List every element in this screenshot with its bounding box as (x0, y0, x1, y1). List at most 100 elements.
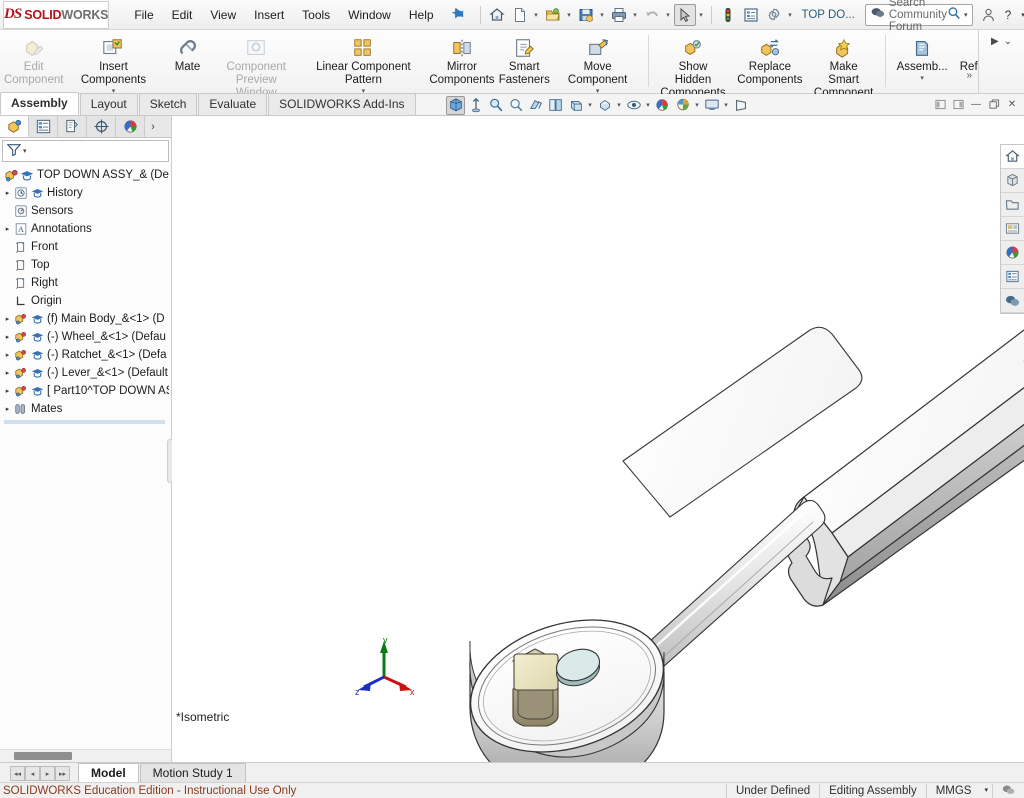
tree-item-assembly-root[interactable]: TOP DOWN ASSY_& (Defa (2, 166, 171, 184)
solidworks-logo[interactable]: DS SOLIDWORKS (3, 0, 110, 29)
view-setting-display-icon[interactable] (702, 96, 721, 115)
edit-component-button[interactable]: Edit Component (2, 32, 65, 88)
custom-properties-icon[interactable] (1001, 265, 1024, 289)
tree-item-wheel[interactable]: ▸ (-) Wheel_&<1> (Defau (2, 328, 171, 346)
nav-first-icon[interactable]: ◂◂ (10, 766, 25, 781)
move-component-button[interactable]: Move Component ▾ (552, 32, 643, 96)
doc-close-icon[interactable]: ✕ (1004, 96, 1020, 112)
tree-item-history[interactable]: ▸ History (2, 184, 171, 202)
sheet-tab-model[interactable]: Model (78, 763, 139, 782)
status-units-caret-icon[interactable]: ▾ (980, 784, 992, 798)
select-icon[interactable] (673, 3, 696, 26)
design-library-icon[interactable] (1001, 169, 1024, 193)
tree-item-mates[interactable]: ▸ Mates (2, 400, 171, 418)
expand-annotations-icon[interactable]: ▸ (2, 225, 13, 233)
insert-components-button[interactable]: Insert Components ▾ (65, 32, 161, 96)
component-preview-window-button[interactable]: Component Preview Window (214, 32, 300, 101)
tree-item-front-plane[interactable]: Front (2, 238, 171, 256)
menu-view[interactable]: View (201, 4, 245, 26)
help-button[interactable]: ? (998, 4, 1017, 26)
tree-item-ratchet[interactable]: ▸ (-) Ratchet_&<1> (Defa (2, 346, 171, 364)
appearances-scenes-decals-icon[interactable] (1001, 241, 1024, 265)
apply-scene-icon[interactable] (673, 96, 692, 115)
section-view-icon[interactable] (526, 96, 545, 115)
save-caret-icon[interactable]: ▾ (598, 11, 607, 19)
tree-item-part10[interactable]: ▸ [ Part10^TOP DOWN AS (2, 382, 171, 400)
help-caret-icon[interactable]: ▾ (1017, 4, 1024, 26)
assembly-features-caret-icon[interactable]: ▾ (920, 75, 924, 82)
new-document-caret-icon[interactable]: ▾ (532, 11, 541, 19)
menu-insert[interactable]: Insert (245, 4, 293, 26)
expand-ratchet-icon[interactable]: ▸ (2, 351, 13, 359)
smart-fasteners-button[interactable]: Smart Fasteners (496, 32, 552, 88)
open-document-caret-icon[interactable]: ▾ (565, 11, 574, 19)
ratchet-wrench-model[interactable] (172, 116, 1024, 762)
tab-evaluate[interactable]: Evaluate (198, 93, 268, 115)
mate-button[interactable]: Mate (162, 32, 214, 75)
show-hidden-components-button[interactable]: Show Hidden Components (654, 32, 732, 101)
feature-tree-horizontal-scrollbar[interactable] (0, 749, 171, 762)
search-icon[interactable] (947, 6, 961, 23)
solidworks-resources-home-icon[interactable] (1001, 145, 1024, 169)
tree-item-sensors[interactable]: Sensors (2, 202, 171, 220)
view-settings-caret-icon[interactable]: ▾ (644, 101, 652, 109)
restore-down-left-icon[interactable] (932, 96, 948, 112)
ribbon-overflow-icon[interactable]: » (966, 70, 972, 81)
zoom-to-area-icon[interactable] (466, 96, 485, 115)
apply-scene-caret-icon[interactable]: ▾ (693, 101, 701, 109)
configuration-manager-tab[interactable] (58, 116, 87, 137)
display-style-icon[interactable] (566, 96, 585, 115)
edit-appearance-icon[interactable] (653, 96, 672, 115)
scrollbar-thumb[interactable] (14, 752, 72, 760)
expand-part10-icon[interactable]: ▸ (2, 387, 13, 395)
expand-wheel-icon[interactable]: ▸ (2, 333, 13, 341)
status-units[interactable]: MMGS (925, 783, 981, 798)
menu-file[interactable]: File (125, 4, 162, 26)
replace-components-button[interactable]: Replace Components (732, 32, 807, 88)
search-community-forum[interactable]: Search Community Forum ▾ (864, 0, 974, 33)
expand-history-icon[interactable]: ▸ (2, 189, 13, 197)
feature-manager-tabs-more-icon[interactable]: › (145, 116, 161, 137)
tab-sketch[interactable]: Sketch (138, 93, 198, 115)
nav-last-icon[interactable]: ▸▸ (55, 766, 70, 781)
make-smart-component-button[interactable]: Make Smart Component (808, 32, 880, 101)
file-explorer-icon[interactable] (1001, 193, 1024, 217)
feature-tree-filter[interactable]: ▾ (2, 140, 169, 162)
menu-window[interactable]: Window (339, 4, 400, 26)
perspective-icon[interactable] (731, 96, 750, 115)
tab-assembly[interactable]: Assembly (0, 92, 79, 115)
property-manager-tab[interactable] (29, 116, 58, 137)
display-style-caret-icon[interactable]: ▾ (586, 101, 594, 109)
expand-lever-icon[interactable]: ▸ (2, 369, 13, 377)
view-settings-eye-icon[interactable] (624, 96, 643, 115)
tree-item-right-plane[interactable]: Right (2, 274, 171, 292)
tree-item-origin[interactable]: Origin (2, 292, 171, 310)
search-dropdown-caret-icon[interactable]: ▾ (964, 11, 968, 19)
options-list-icon[interactable] (740, 4, 762, 26)
restore-down-right-icon[interactable] (950, 96, 966, 112)
view-palette-icon[interactable] (1001, 217, 1024, 241)
new-document-icon[interactable] (509, 4, 531, 26)
undo-icon[interactable] (641, 4, 663, 26)
feature-manager-design-tree-tab[interactable] (0, 116, 29, 137)
status-overlay-icon[interactable] (992, 783, 1024, 798)
tab-layout[interactable]: Layout (79, 93, 138, 115)
previous-view-icon[interactable] (506, 96, 525, 115)
print-icon[interactable] (608, 4, 630, 26)
ribbon-collapse-icon[interactable]: ⌄ (1004, 36, 1012, 47)
options-caret-icon[interactable]: ▾ (786, 11, 795, 19)
tree-item-top-plane[interactable]: Top (2, 256, 171, 274)
filter-caret-icon[interactable]: ▾ (23, 147, 27, 155)
hide-show-items-icon[interactable] (595, 96, 614, 115)
tree-item-annotations[interactable]: ▸ A Annotations (2, 220, 171, 238)
menu-help[interactable]: Help (400, 4, 443, 26)
doc-minimize-icon[interactable]: — (968, 96, 984, 112)
hide-show-caret-icon[interactable]: ▾ (615, 101, 623, 109)
mirror-components-button[interactable]: Mirror Components (428, 32, 496, 88)
view-setting-caret-icon[interactable]: ▾ (722, 101, 730, 109)
linear-component-pattern-button[interactable]: Linear Component Pattern ▾ (299, 32, 428, 96)
rebuild-icon[interactable] (717, 4, 739, 26)
options-gear-icon[interactable] (763, 4, 785, 26)
save-icon[interactable] (575, 4, 597, 26)
select-caret-icon[interactable]: ▾ (697, 11, 706, 19)
